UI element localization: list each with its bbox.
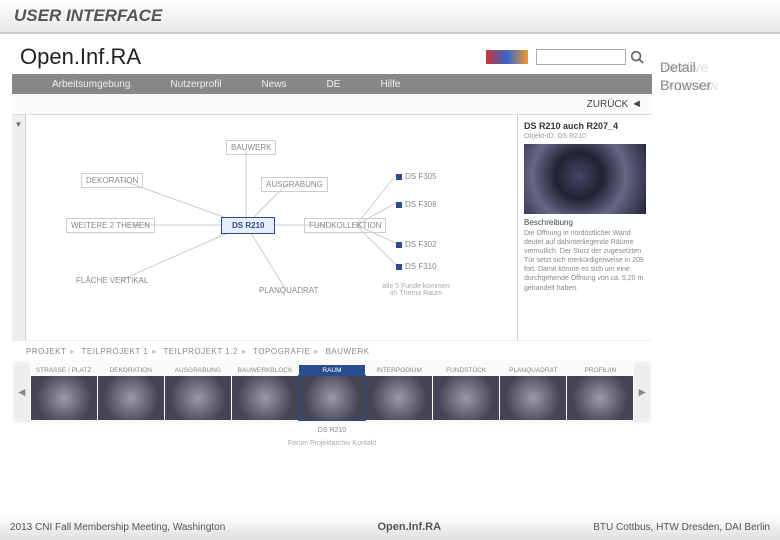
back-arrow-icon: ◄: [631, 98, 642, 110]
brand-logo: [486, 50, 528, 64]
graph-node-ausgrabung[interactable]: AUSGRABUNG: [261, 177, 328, 192]
graph-node-f308[interactable]: DS F308: [391, 197, 442, 212]
graph-note: alle 5 Funde kommen im Thema Raum: [376, 280, 456, 300]
detail-title: DS R210 auch R207_4: [524, 121, 646, 131]
app-screenshot: Open.Inf.RA Arbeitsumgebung Nutzerprofil…: [12, 40, 652, 450]
graph-node-f302[interactable]: DS F302: [391, 237, 442, 252]
crumb-projekt[interactable]: PROJEKT: [26, 347, 66, 356]
relation-graph[interactable]: BAUWERK DEKORATION WEITERE 2 THEMEN FLÄC…: [26, 115, 517, 340]
slide-footer: 2013 CNI Fall Membership Meeting, Washin…: [0, 514, 780, 540]
graph-node-fundkollektion[interactable]: FUNDKOLLEKTION: [304, 218, 386, 233]
app-footer-links[interactable]: Forum Projektarchiv Kontakt: [12, 437, 652, 450]
annotation-label: Intuitive Overview Detail Browser: [660, 58, 711, 94]
thumb-fundstueck[interactable]: FUNDSTÜCK: [433, 365, 499, 420]
graph-node-f305[interactable]: DS F305: [391, 169, 442, 184]
thumb-raum[interactable]: RAUM: [299, 365, 365, 420]
thumb-profil[interactable]: PROFIL/IN: [567, 365, 633, 420]
thumb-ausgrabung[interactable]: AUSGRABUNG: [165, 365, 231, 420]
footer-center: Open.Inf.RA: [378, 521, 442, 533]
detail-image[interactable]: [524, 144, 646, 214]
search-input[interactable]: [536, 49, 626, 65]
thumb-next-button[interactable]: ►: [634, 362, 650, 422]
back-link[interactable]: ZURÜCK ◄: [587, 99, 642, 110]
graph-node-central[interactable]: DS R210: [221, 217, 275, 234]
detail-subtitle: Objekt-ID: DS R210: [524, 133, 646, 140]
nav-item-profile[interactable]: Nutzerprofil: [170, 79, 221, 90]
nav-item-news[interactable]: News: [262, 79, 287, 90]
graph-node-flaeche[interactable]: FLÄCHE VERTIKAL: [71, 273, 153, 288]
crumb-bauwerk[interactable]: BAUWERK: [326, 347, 370, 356]
graph-node-f310[interactable]: DS F310: [391, 259, 442, 274]
graph-node-dekoration[interactable]: DEKORATION: [81, 173, 143, 188]
thumb-bauwerkblock[interactable]: BAUWERKBLOCK: [232, 365, 298, 420]
thumb-dekoration[interactable]: DEKORATION: [98, 365, 164, 420]
detail-label: Beschreibung: [524, 218, 646, 227]
crumb-topo[interactable]: TOPOGRAFIE: [253, 347, 310, 356]
back-row: ZURÜCK ◄: [12, 94, 652, 115]
thumbnail-strip: ◄ STRASSE / PLATZ DEKORATION AUSGRABUNG …: [12, 360, 652, 424]
app-title: Open.Inf.RA: [20, 44, 141, 70]
graph-node-bauwerk[interactable]: BAUWERK: [226, 140, 276, 155]
footer-left: 2013 CNI Fall Membership Meeting, Washin…: [10, 522, 225, 533]
detail-panel: DS R210 auch R207_4 Objekt-ID: DS R210 B…: [517, 115, 652, 340]
slide-header: USER INTERFACE: [0, 0, 780, 34]
breadcrumb: PROJEKT▸ TEILPROJEKT 1▸ TEILPROJEKT 1.2▸…: [12, 340, 652, 360]
thumb-strasse[interactable]: STRASSE / PLATZ: [31, 365, 97, 420]
thumb-planquadrat[interactable]: PLANQUADRAT: [500, 365, 566, 420]
thumb-prev-button[interactable]: ◄: [14, 362, 30, 422]
search-icon[interactable]: [630, 50, 644, 64]
thumb-interpodium[interactable]: INTERPODIUM: [366, 365, 432, 420]
nav-item-help[interactable]: Hilfe: [380, 79, 400, 90]
nav-item-workspace[interactable]: Arbeitsumgebung: [52, 79, 130, 90]
detail-text: Die Öffnung in nordöstlicher Wand deutet…: [524, 229, 646, 293]
nav-item-lang[interactable]: DE: [327, 79, 341, 90]
nav-bar: Arbeitsumgebung Nutzerprofil News DE Hil…: [12, 74, 652, 94]
graph-node-planquadrat[interactable]: PLANQUADRAT: [254, 283, 323, 298]
footer-right: BTU Cottbus, HTW Dresden, DAI Berlin: [593, 522, 770, 533]
graph-node-weitere[interactable]: WEITERE 2 THEMEN: [66, 218, 155, 233]
crumb-tp1[interactable]: TEILPROJEKT 1: [82, 347, 149, 356]
crumb-tp12[interactable]: TEILPROJEKT 1.2: [163, 347, 238, 356]
scroll-collapse[interactable]: ▾: [12, 115, 26, 340]
thumb-caption: DS R210: [12, 424, 652, 437]
